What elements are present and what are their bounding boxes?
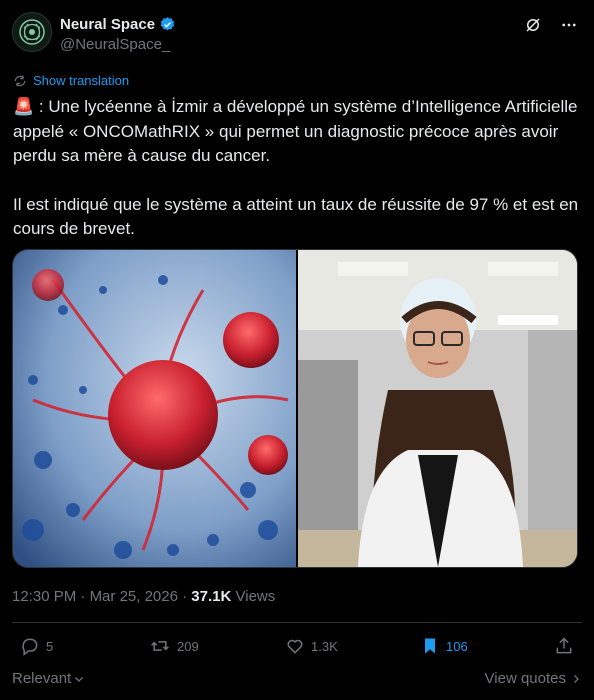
student-photo[interactable] [298,250,577,567]
siren-emoji: 🚨 [13,97,35,116]
grok-icon[interactable] [524,16,542,34]
show-translation-label[interactable]: Show translation [33,73,129,88]
tweet-text: 🚨 : Une lycéenne à İzmir a développé un … [13,95,583,242]
like-count: 1.3K [311,638,338,654]
student-portrait-lab [298,250,577,567]
tweet-date[interactable]: Mar 25, 2026 [90,588,178,605]
avatar[interactable] [12,12,52,52]
reply-icon [22,638,38,656]
heart-icon [287,639,303,654]
repost-count: 209 [177,638,199,654]
tweet-media [12,249,578,568]
verified-badge-icon [160,17,175,31]
divider [12,622,582,623]
relevant-label: Relevant [12,670,72,687]
tweet-meta: 12:30 PM · Mar 25, 2026 · 37.1K Views [12,588,275,605]
view-quotes-link[interactable]: View quotes [485,670,582,687]
meta-separator-2: · [182,588,188,605]
bookmark-button[interactable]: 106 [420,636,468,656]
bookmark-count: 106 [446,638,468,654]
reply-count: 5 [46,638,54,654]
show-translation-link[interactable]: Show translation [13,73,129,88]
more-icon[interactable] [560,16,578,34]
tweet-time[interactable]: 12:30 PM [12,588,76,605]
author-display-name[interactable]: Neural Space [60,16,155,33]
chevron-right-icon [574,674,579,683]
share-button[interactable] [554,636,574,656]
translate-icon [14,75,26,86]
bookmark-icon [425,638,435,654]
reply-button[interactable]: 5 [20,636,53,656]
tweet-paragraph-2: Il est indiqué que le système a atteint … [13,194,579,239]
neural-space-logo-icon [19,19,45,45]
chevron-down-icon [75,676,84,682]
view-quotes-label: View quotes [484,670,566,687]
meta-separator: · [80,588,86,605]
like-button[interactable]: 1.3K [285,636,338,656]
author-handle[interactable]: @NeuralSpace_ [60,36,176,53]
action-bar: 5 209 1.3K 106 [12,636,582,660]
cancer-cell-image[interactable] [13,250,298,567]
repost-icon [151,641,169,651]
tweet-header: Neural Space @NeuralSpace_ [12,12,582,56]
relevant-sort-dropdown[interactable]: Relevant [12,670,85,687]
tweet-paragraph-1: 🚨 : Une lycéenne à İzmir a développé un … [13,97,578,165]
views-label: Views [235,588,276,605]
repost-button[interactable]: 209 [149,636,199,656]
views-count: 37.1K [191,588,232,605]
share-icon [556,637,572,654]
cancer-cell-illustration [13,250,296,567]
